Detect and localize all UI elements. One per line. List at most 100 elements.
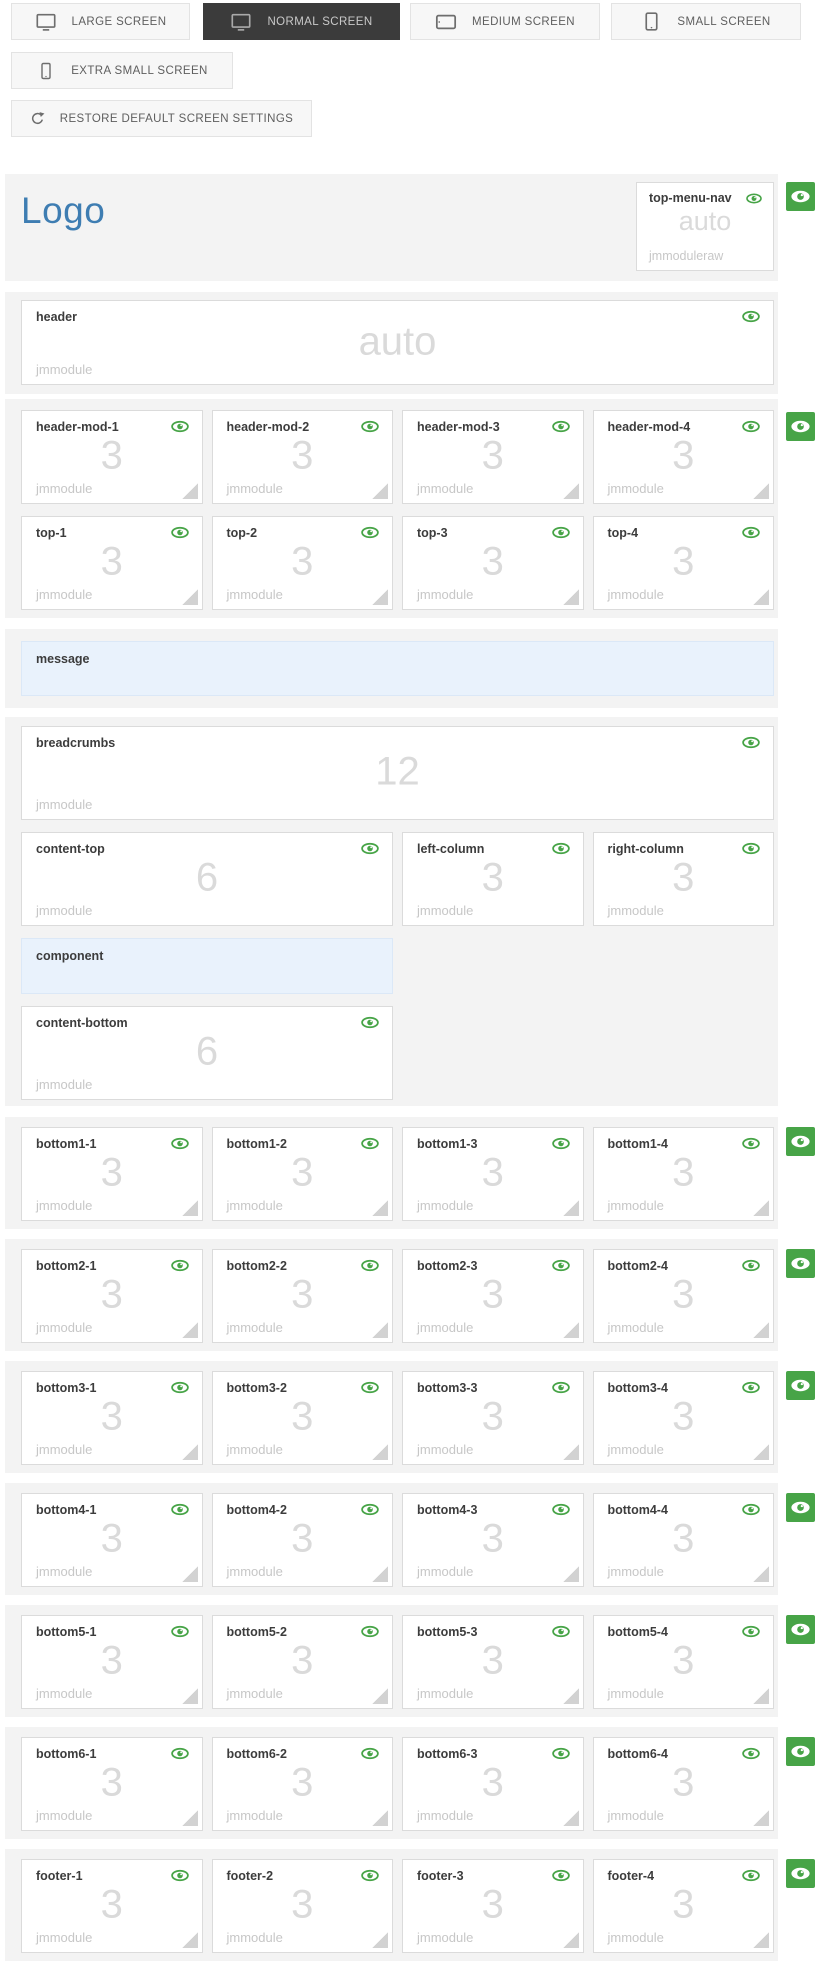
module-box[interactable]: bottom3-3 3 jmmodule [402,1371,584,1465]
eye-icon[interactable] [361,1503,379,1516]
eye-icon[interactable] [552,1869,570,1882]
eye-icon[interactable] [171,1381,189,1394]
resize-handle-icon[interactable] [562,589,579,605]
small-screen-button[interactable]: SMALL SCREEN [611,3,801,40]
module-box[interactable]: bottom5-4 3 jmmodule [592,1615,774,1709]
eye-icon[interactable] [361,1137,379,1150]
normal-screen-button[interactable]: NORMAL SCREEN [203,3,400,40]
eye-icon[interactable] [552,1137,570,1150]
module-box[interactable]: bottom6-3 3 jmmodule [402,1737,584,1831]
eye-icon[interactable] [361,1259,379,1272]
resize-handle-icon[interactable] [372,1932,388,1948]
resize-handle-icon[interactable] [372,1566,388,1582]
eye-icon[interactable] [552,1747,570,1760]
module-box-left-column[interactable]: left-column 3 jmmodule [402,832,584,926]
resize-handle-icon[interactable] [372,1810,388,1826]
resize-handle-icon[interactable] [753,1444,769,1460]
eye-icon[interactable] [742,1381,760,1394]
resize-handle-icon[interactable] [753,1688,769,1704]
resize-handle-icon[interactable] [562,1688,579,1704]
module-box[interactable]: header-mod-3 3 jmmodule [402,410,584,504]
eye-icon[interactable] [361,1747,379,1760]
module-box[interactable]: footer-2 3 jmmodule [211,1859,393,1953]
row-visibility-toggle[interactable] [786,1371,815,1400]
resize-handle-icon[interactable] [181,589,198,605]
resize-handle-icon[interactable] [181,1322,198,1338]
eye-icon[interactable] [361,420,379,433]
module-box-breadcrumbs[interactable]: breadcrumbs 12 jmmodule [21,726,774,820]
module-box[interactable]: footer-1 3 jmmodule [21,1859,203,1953]
eye-icon[interactable] [171,420,189,433]
module-box[interactable]: footer-3 3 jmmodule [402,1859,584,1953]
resize-handle-icon[interactable] [753,1200,769,1216]
module-box-right-column[interactable]: right-column 3 jmmodule [592,832,774,926]
module-box[interactable]: bottom2-4 3 jmmodule [592,1249,774,1343]
resize-handle-icon[interactable] [181,1932,198,1948]
module-box-content-top[interactable]: content-top 6 jmmodule [21,832,393,926]
resize-handle-icon[interactable] [562,1810,579,1826]
eye-icon[interactable] [552,1381,570,1394]
resize-handle-icon[interactable] [753,1566,769,1582]
resize-handle-icon[interactable] [562,1322,579,1338]
module-box[interactable]: bottom6-1 3 jmmodule [21,1737,203,1831]
eye-icon[interactable] [742,1625,760,1638]
eye-icon[interactable] [171,1137,189,1150]
module-box[interactable]: bottom1-4 3 jmmodule [592,1127,774,1221]
row-visibility-toggle[interactable] [786,1493,815,1522]
module-box[interactable]: bottom1-2 3 jmmodule [211,1127,393,1221]
resize-handle-icon[interactable] [562,1200,579,1216]
eye-icon[interactable] [742,420,760,433]
resize-handle-icon[interactable] [753,483,769,499]
module-box[interactable]: bottom4-2 3 jmmodule [211,1493,393,1587]
module-box[interactable]: bottom5-2 3 jmmodule [211,1615,393,1709]
module-box[interactable]: bottom3-1 3 jmmodule [21,1371,203,1465]
row-visibility-toggle[interactable] [786,182,815,211]
eye-icon[interactable] [742,736,760,749]
module-box[interactable]: header-mod-2 3 jmmodule [211,410,393,504]
large-screen-button[interactable]: LARGE SCREEN [11,3,190,40]
resize-handle-icon[interactable] [372,483,388,499]
resize-handle-icon[interactable] [562,1932,579,1948]
module-box[interactable]: header-mod-1 3 jmmodule [21,410,203,504]
module-box[interactable]: bottom4-4 3 jmmodule [592,1493,774,1587]
eye-icon[interactable] [361,526,379,539]
module-box[interactable]: bottom6-4 3 jmmodule [592,1737,774,1831]
eye-icon[interactable] [361,842,379,855]
module-box-header[interactable]: header auto jmmodule [21,300,774,385]
row-visibility-toggle[interactable] [786,412,815,441]
eye-icon[interactable] [742,1259,760,1272]
eye-icon[interactable] [742,1869,760,1882]
eye-icon[interactable] [171,1503,189,1516]
row-visibility-toggle[interactable] [786,1127,815,1156]
row-visibility-toggle[interactable] [786,1737,815,1766]
module-box[interactable]: bottom3-2 3 jmmodule [211,1371,393,1465]
module-box[interactable]: bottom6-2 3 jmmodule [211,1737,393,1831]
row-visibility-toggle[interactable] [786,1859,815,1888]
module-box[interactable]: top-4 3 jmmodule [592,516,774,610]
module-box[interactable]: top-1 3 jmmodule [21,516,203,610]
module-box[interactable]: top-2 3 jmmodule [211,516,393,610]
restore-defaults-button[interactable]: RESTORE DEFAULT SCREEN SETTINGS [11,100,312,137]
module-box[interactable]: bottom5-3 3 jmmodule [402,1615,584,1709]
module-box[interactable]: footer-4 3 jmmodule [592,1859,774,1953]
module-box[interactable]: bottom5-1 3 jmmodule [21,1615,203,1709]
module-box[interactable]: bottom4-1 3 jmmodule [21,1493,203,1587]
resize-handle-icon[interactable] [753,589,769,605]
eye-icon[interactable] [171,1747,189,1760]
module-box[interactable]: header-mod-4 3 jmmodule [592,410,774,504]
module-box-content-bottom[interactable]: content-bottom 6 jmmodule [21,1006,393,1100]
resize-handle-icon[interactable] [753,1322,769,1338]
module-box[interactable]: top-3 3 jmmodule [402,516,584,610]
resize-handle-icon[interactable] [372,1444,388,1460]
eye-icon[interactable] [552,420,570,433]
resize-handle-icon[interactable] [181,483,198,499]
eye-icon[interactable] [361,1381,379,1394]
module-box[interactable]: bottom2-2 3 jmmodule [211,1249,393,1343]
eye-icon[interactable] [552,526,570,539]
eye-icon[interactable] [742,526,760,539]
resize-handle-icon[interactable] [181,1200,198,1216]
eye-icon[interactable] [171,1869,189,1882]
resize-handle-icon[interactable] [181,1444,198,1460]
module-box[interactable]: bottom2-3 3 jmmodule [402,1249,584,1343]
eye-icon[interactable] [171,526,189,539]
